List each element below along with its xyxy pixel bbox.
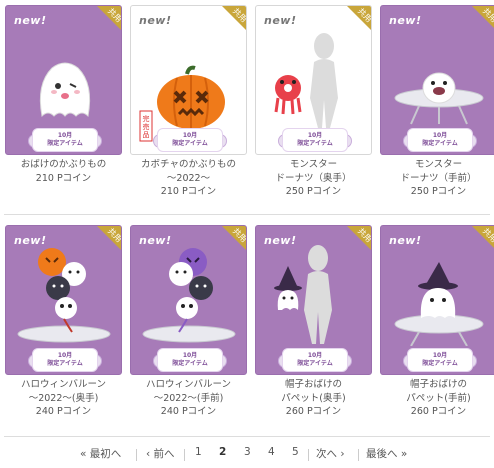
shared-tag-icon: 共用 [97, 6, 121, 30]
item-name-line2[interactable]: ドーナツ（手前） [374, 172, 494, 186]
ghost-hood-icon [39, 62, 91, 118]
item-caption[interactable]: 帽子おばけの パペット(手前) 260 Pコイン [374, 378, 494, 419]
pager-divider [308, 449, 309, 461]
hat-ghost-puppet-back-icon [274, 245, 332, 344]
item-name-line2[interactable]: パペット(手前) [374, 392, 494, 406]
item-caption[interactable]: 帽子おばけの パペット(奥手) 260 Pコイン [249, 378, 378, 419]
monster-donut-back-icon [274, 33, 338, 128]
prev-page-link[interactable]: ‹ 前へ [146, 446, 175, 461]
item-caption[interactable]: ハロウィンバルーン 〜2022〜(奥手) 240 Pコイン [0, 378, 128, 419]
item-name[interactable]: カボチャのかぶりもの [124, 158, 253, 172]
limited-badge: 10月 限定アイテム [157, 348, 223, 372]
item-name[interactable]: モンスター [374, 158, 494, 172]
halloween-balloon-front-icon [142, 248, 236, 343]
item-thumbnail[interactable]: new! 共用 10月 限定アイテム [5, 225, 122, 375]
pager-divider [184, 449, 185, 461]
new-badge: new! [389, 14, 422, 27]
item-name-line2[interactable]: パペット(奥手) [249, 392, 378, 406]
shared-tag-icon: 共用 [472, 226, 494, 248]
pagination: « 最初へ ‹ 前へ 1 2 3 4 5 次へ › 最後へ » [0, 446, 494, 464]
item-price: 240 Pコイン [35, 406, 92, 417]
item-name[interactable]: 帽子おばけの [249, 378, 378, 392]
item-price: 260 Pコイン [285, 406, 342, 417]
item-thumbnail[interactable]: new! 共用 10月 限定アイテム [380, 225, 494, 375]
item-name[interactable]: 帽子おばけの [374, 378, 494, 392]
monster-donut-front-icon [394, 72, 484, 125]
last-page-link[interactable]: 最後へ » [366, 446, 407, 461]
pager-divider [136, 449, 137, 461]
new-badge: new! [264, 14, 297, 27]
svg-text:完: 完 [143, 114, 150, 123]
new-badge: new! [14, 14, 47, 27]
page-link-5[interactable]: 5 [292, 446, 299, 458]
item-price: 250 Pコイン [285, 186, 342, 197]
new-badge: new! [389, 234, 422, 247]
item-price: 210 Pコイン [160, 186, 217, 197]
shared-tag-icon: 共用 [472, 6, 494, 28]
item-caption[interactable]: おばけのかぶりもの 210 Pコイン [0, 158, 128, 185]
item-thumbnail[interactable]: new! 共用 10月 限定アイテム [255, 5, 372, 155]
item-name[interactable]: ハロウィンバルーン [0, 378, 128, 392]
item-name-line2[interactable]: 〜2022〜(奥手) [0, 392, 128, 406]
new-badge: new! [139, 14, 172, 27]
page-link-4[interactable]: 4 [268, 446, 275, 458]
item-caption[interactable]: モンスター ドーナツ（奥手） 250 Pコイン [249, 158, 378, 199]
item-thumbnail[interactable]: new! 共用 10月 限定アイテム [255, 225, 372, 375]
pager-divider [358, 449, 359, 461]
hat-ghost-puppet-front-icon [394, 262, 484, 346]
item-name[interactable]: おばけのかぶりもの [0, 158, 128, 172]
limited-badge: 10月 限定アイテム [157, 128, 223, 152]
limited-badge: 10月 限定アイテム [282, 348, 348, 372]
first-page-link[interactable]: « 最初へ [80, 446, 121, 461]
item-name[interactable]: ハロウィンバルーン [124, 378, 253, 392]
row-divider [4, 436, 490, 437]
item-name-line2[interactable]: 〜2022〜 [124, 172, 253, 186]
item-caption[interactable]: モンスター ドーナツ（手前） 250 Pコイン [374, 158, 494, 199]
svg-text:品: 品 [143, 131, 150, 139]
next-page-link[interactable]: 次へ › [316, 446, 345, 461]
limited-badge: 10月 限定アイテム [32, 348, 98, 372]
halloween-balloon-back-icon [17, 248, 111, 343]
shared-tag-icon: 共用 [222, 6, 246, 30]
item-thumbnail[interactable]: new! 共用 10月 限定アイテム [380, 5, 494, 155]
limited-badge: 10月 限定アイテム [407, 348, 473, 372]
item-price: 240 Pコイン [160, 406, 217, 417]
page-link-1[interactable]: 1 [195, 446, 202, 458]
page-link-3[interactable]: 3 [244, 446, 251, 458]
limited-badge: 10月 限定アイテム [407, 128, 473, 152]
limited-badge: 10月 限定アイテム [282, 128, 348, 152]
item-caption[interactable]: カボチャのかぶりもの 〜2022〜 210 Pコイン [124, 158, 253, 199]
item-caption[interactable]: ハロウィンバルーン 〜2022〜(手前) 240 Pコイン [124, 378, 253, 419]
row-divider [4, 214, 490, 215]
item-name-line2[interactable]: 〜2022〜(手前) [124, 392, 253, 406]
item-price: 210 Pコイン [35, 172, 92, 184]
item-thumbnail[interactable]: new! 共用 10月 限定アイテム [130, 225, 247, 375]
pumpkin-hood-icon [157, 65, 225, 129]
svg-text:売: 売 [143, 122, 150, 131]
item-price: 260 Pコイン [410, 406, 467, 417]
item-thumbnail[interactable]: new! 共用 完売品 10月 限定アイテム [130, 5, 247, 155]
item-name-line2[interactable]: ドーナツ（奥手） [249, 172, 378, 186]
sold-out-stamp: 完売品 [139, 110, 153, 142]
item-thumbnail[interactable]: new! 共用 10月 限定アイテム [5, 5, 122, 155]
limited-badge: 10月 限定アイテム [32, 128, 98, 152]
page-link-2-current: 2 [219, 446, 227, 458]
item-name[interactable]: モンスター [249, 158, 378, 172]
item-price: 250 Pコイン [410, 186, 467, 197]
